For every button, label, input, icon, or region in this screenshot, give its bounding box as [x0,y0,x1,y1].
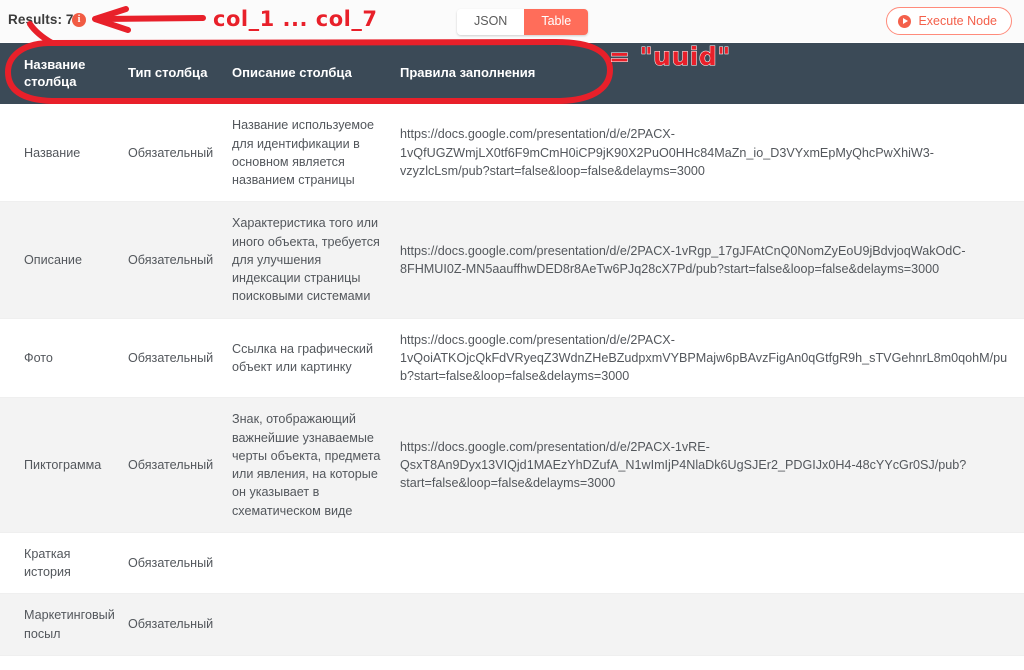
results-toolbar: Results: 7 i JSON Table Execute Node [0,0,1024,43]
cell-col-name: Приоритет [0,655,128,670]
cell-col-rules [400,532,1024,595]
cell-col-description: Название используемое для идентификации … [232,104,400,203]
cell-col-description [232,593,400,656]
execute-node-label: Execute Node [918,14,997,28]
play-circle-icon [898,14,912,28]
cell-col-type: Обязательный [128,318,232,399]
tab-json[interactable]: JSON [457,9,525,35]
annotation-uuid-label: = "uuid" [609,42,731,72]
table-row[interactable]: Описание Обязательный Характеристика тог… [0,201,1024,319]
cell-col-description: Характеристика того или иного объекта, т… [232,201,400,319]
cell-col-name: Название [0,104,128,203]
cell-col-rules: https://docs.google.com/presentation/d/e… [400,104,1024,203]
info-icon[interactable]: i [72,13,86,27]
table-row[interactable]: Приоритет Не обязательный Числовое значе… [0,655,1024,670]
cell-col-rules [400,593,1024,656]
table-body: Название Обязательный Название используе… [0,104,1024,670]
cell-col-name: Пиктограмма [0,397,128,533]
table-row[interactable]: Пиктограмма Обязательный Знак, отображаю… [0,397,1024,533]
column-header-name[interactable]: Название столбца [0,43,128,105]
cell-col-rules: https://docs.google.com/presentation/d/e… [400,397,1024,533]
cell-col-description: Ссылка на графический объект или картинк… [232,318,400,399]
cell-col-name: Маркетинговый посыл [0,593,128,656]
cell-col-rules: https://docs.google.com/presentation/d/e… [400,655,1024,670]
cell-col-type: Обязательный [128,104,232,203]
cell-col-rules: https://docs.google.com/presentation/d/e… [400,201,1024,319]
column-header-description[interactable]: Описание столбца [232,43,400,105]
cell-col-description: Знак, отображающий важнейшие узнаваемые … [232,397,400,533]
results-table: Название столбца Тип столбца Описание ст… [0,43,1024,670]
cell-col-type: Обязательный [128,593,232,656]
cell-col-name: Описание [0,201,128,319]
tab-table[interactable]: Table [524,9,589,35]
execute-node-button[interactable]: Execute Node [886,7,1012,35]
cell-col-type: Обязательный [128,532,232,595]
cell-col-type: Не обязательный [128,655,232,670]
results-table-container: Название столбца Тип столбца Описание ст… [0,43,1024,670]
table-row[interactable]: Маркетинговый посыл Обязательный [0,593,1024,656]
column-header-type[interactable]: Тип столбца [128,43,232,105]
table-row[interactable]: Краткая история Обязательный [0,532,1024,595]
cell-col-description [232,532,400,595]
table-header: Название столбца Тип столбца Описание ст… [0,43,1024,105]
view-mode-toggle[interactable]: JSON Table [457,9,589,35]
cell-col-name: Фото [0,318,128,399]
cell-col-rules: https://docs.google.com/presentation/d/e… [400,318,1024,399]
cell-col-description: Числовое значение, которое определяет по… [232,655,400,670]
results-panel: Results: 7 i JSON Table Execute Node Наз… [0,0,1024,670]
results-count-label: Results: 7 [8,12,74,27]
table-row[interactable]: Название Обязательный Название используе… [0,104,1024,203]
cell-col-type: Обязательный [128,397,232,533]
table-row[interactable]: Фото Обязательный Ссылка на графический … [0,318,1024,399]
cell-col-name: Краткая история [0,532,128,595]
cell-col-type: Обязательный [128,201,232,319]
table-header-row: Название столбца Тип столбца Описание ст… [0,43,1024,105]
annotation-columns-label: col_1 ... col_7 [212,7,378,32]
